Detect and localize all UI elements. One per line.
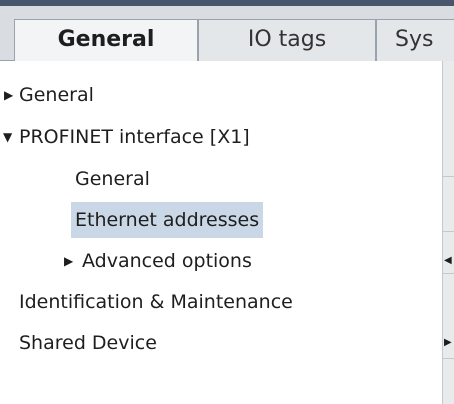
tree-item-advanced-options[interactable]: ▶ Advanced options	[0, 243, 256, 279]
tree-item-label: Shared Device	[19, 332, 157, 354]
expand-arrow-icon[interactable]: ▶	[64, 243, 73, 279]
tree-item-general[interactable]: ▶ General	[0, 77, 98, 113]
tree-item-label: Advanced options	[82, 250, 252, 272]
tree-item-label: General	[75, 168, 150, 190]
tree-item-label: PROFINET interface [X1]	[19, 126, 250, 148]
scroll-left-arrow-icon[interactable]: ◀	[444, 256, 452, 266]
tab-general[interactable]: General	[14, 19, 198, 62]
tree-item-label: Ethernet addresses	[71, 202, 264, 238]
divider	[443, 176, 454, 177]
tab-bar: General IO tags Sys	[0, 6, 454, 62]
tree-item-ethernet-addresses[interactable]: Ethernet addresses	[0, 202, 264, 238]
tab-system[interactable]: Sys	[376, 19, 454, 61]
expand-arrow-icon[interactable]: ▶	[4, 77, 13, 113]
navigation-tree: ▶ General ▼ PROFINET interface [X1] Gene…	[0, 61, 442, 404]
tree-item-profinet-general[interactable]: General	[0, 161, 154, 197]
tab-io-tags[interactable]: IO tags	[198, 19, 376, 61]
tree-item-label: General	[19, 84, 94, 106]
collapse-arrow-icon[interactable]: ▼	[3, 119, 12, 155]
divider	[443, 273, 454, 274]
tree-item-identification-maintenance[interactable]: Identification & Maintenance	[0, 284, 297, 320]
scroll-right-arrow-icon[interactable]: ▶	[444, 338, 452, 348]
tree-item-profinet-interface[interactable]: ▼ PROFINET interface [X1]	[0, 119, 254, 155]
tree-item-label: Identification & Maintenance	[19, 291, 293, 313]
tree-item-shared-device[interactable]: Shared Device	[0, 325, 161, 361]
divider	[443, 231, 454, 232]
side-panel-strip: ◀ ▶	[442, 61, 454, 404]
divider	[443, 358, 454, 359]
